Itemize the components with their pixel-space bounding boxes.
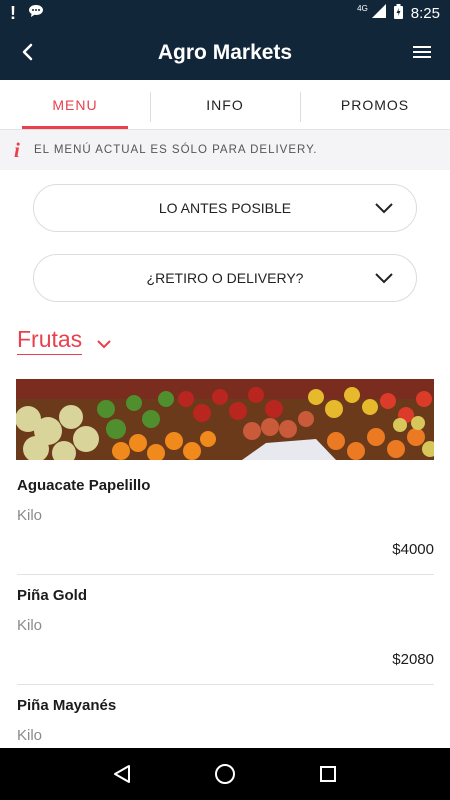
tab-info[interactable]: INFO	[150, 80, 300, 129]
chevron-down-icon	[375, 203, 393, 214]
alert-icon: !	[10, 2, 16, 23]
signal-icon	[371, 4, 386, 22]
notice-text: EL MENÚ ACTUAL ES SÓLO PARA DELIVERY.	[34, 144, 318, 156]
product-unit: Kilo	[17, 617, 43, 634]
product-name: Piña Gold	[17, 587, 88, 604]
chat-icon	[28, 4, 44, 23]
nav-back-button[interactable]	[105, 757, 139, 791]
hamburger-icon	[413, 46, 431, 58]
system-nav-bar	[0, 748, 450, 800]
circle-home-icon	[214, 764, 235, 784]
app-bar: Agro Markets	[0, 26, 450, 80]
tab-menu[interactable]: MENU	[0, 80, 150, 129]
time-select-value: LO ANTES POSIBLE	[158, 200, 292, 216]
product-unit: Kilo	[17, 727, 43, 744]
back-arrow-icon	[22, 43, 33, 61]
category-title: Frutas	[17, 326, 83, 355]
nav-recents-button[interactable]	[311, 757, 345, 791]
chevron-down-icon	[375, 273, 393, 284]
divider	[17, 684, 434, 685]
product-price: $4000	[392, 541, 434, 558]
menu-button[interactable]	[408, 38, 436, 66]
page-title: Agro Markets	[157, 41, 293, 64]
order-mode-select[interactable]: ¿RETIRO O DELIVERY?	[33, 254, 417, 302]
category-selector[interactable]: Frutas	[17, 326, 112, 355]
time-select[interactable]: LO ANTES POSIBLE	[33, 184, 417, 232]
chevron-down-icon	[97, 339, 111, 348]
triangle-back-icon	[113, 765, 130, 783]
status-bar: ! 4G 8:25	[0, 0, 450, 26]
nav-home-button[interactable]	[208, 757, 242, 791]
info-icon: i	[14, 137, 20, 162]
product-name: Aguacate Papelillo	[17, 477, 151, 494]
battery-icon	[393, 3, 403, 23]
tab-promos[interactable]: PROMOS	[300, 80, 450, 129]
network-type: 4G	[357, 3, 368, 13]
clock: 8:25	[410, 4, 440, 22]
back-button[interactable]	[14, 38, 42, 66]
divider	[17, 574, 434, 575]
category-banner-image	[16, 379, 434, 460]
product-unit: Kilo	[17, 507, 43, 524]
square-recents-icon	[320, 766, 337, 782]
order-mode-value: ¿RETIRO O DELIVERY?	[146, 270, 304, 286]
product-price: $2080	[392, 651, 434, 668]
delivery-notice: i EL MENÚ ACTUAL ES SÓLO PARA DELIVERY.	[0, 130, 450, 170]
product-item[interactable]: Piña Mayanés Kilo	[17, 697, 434, 747]
fruit-market-image	[16, 379, 434, 460]
product-item[interactable]: Aguacate Papelillo Kilo $4000	[17, 477, 434, 567]
product-name: Piña Mayanés	[17, 697, 117, 714]
tab-bar: MENU INFO PROMOS	[0, 80, 450, 130]
product-item[interactable]: Piña Gold Kilo $2080	[17, 587, 434, 677]
